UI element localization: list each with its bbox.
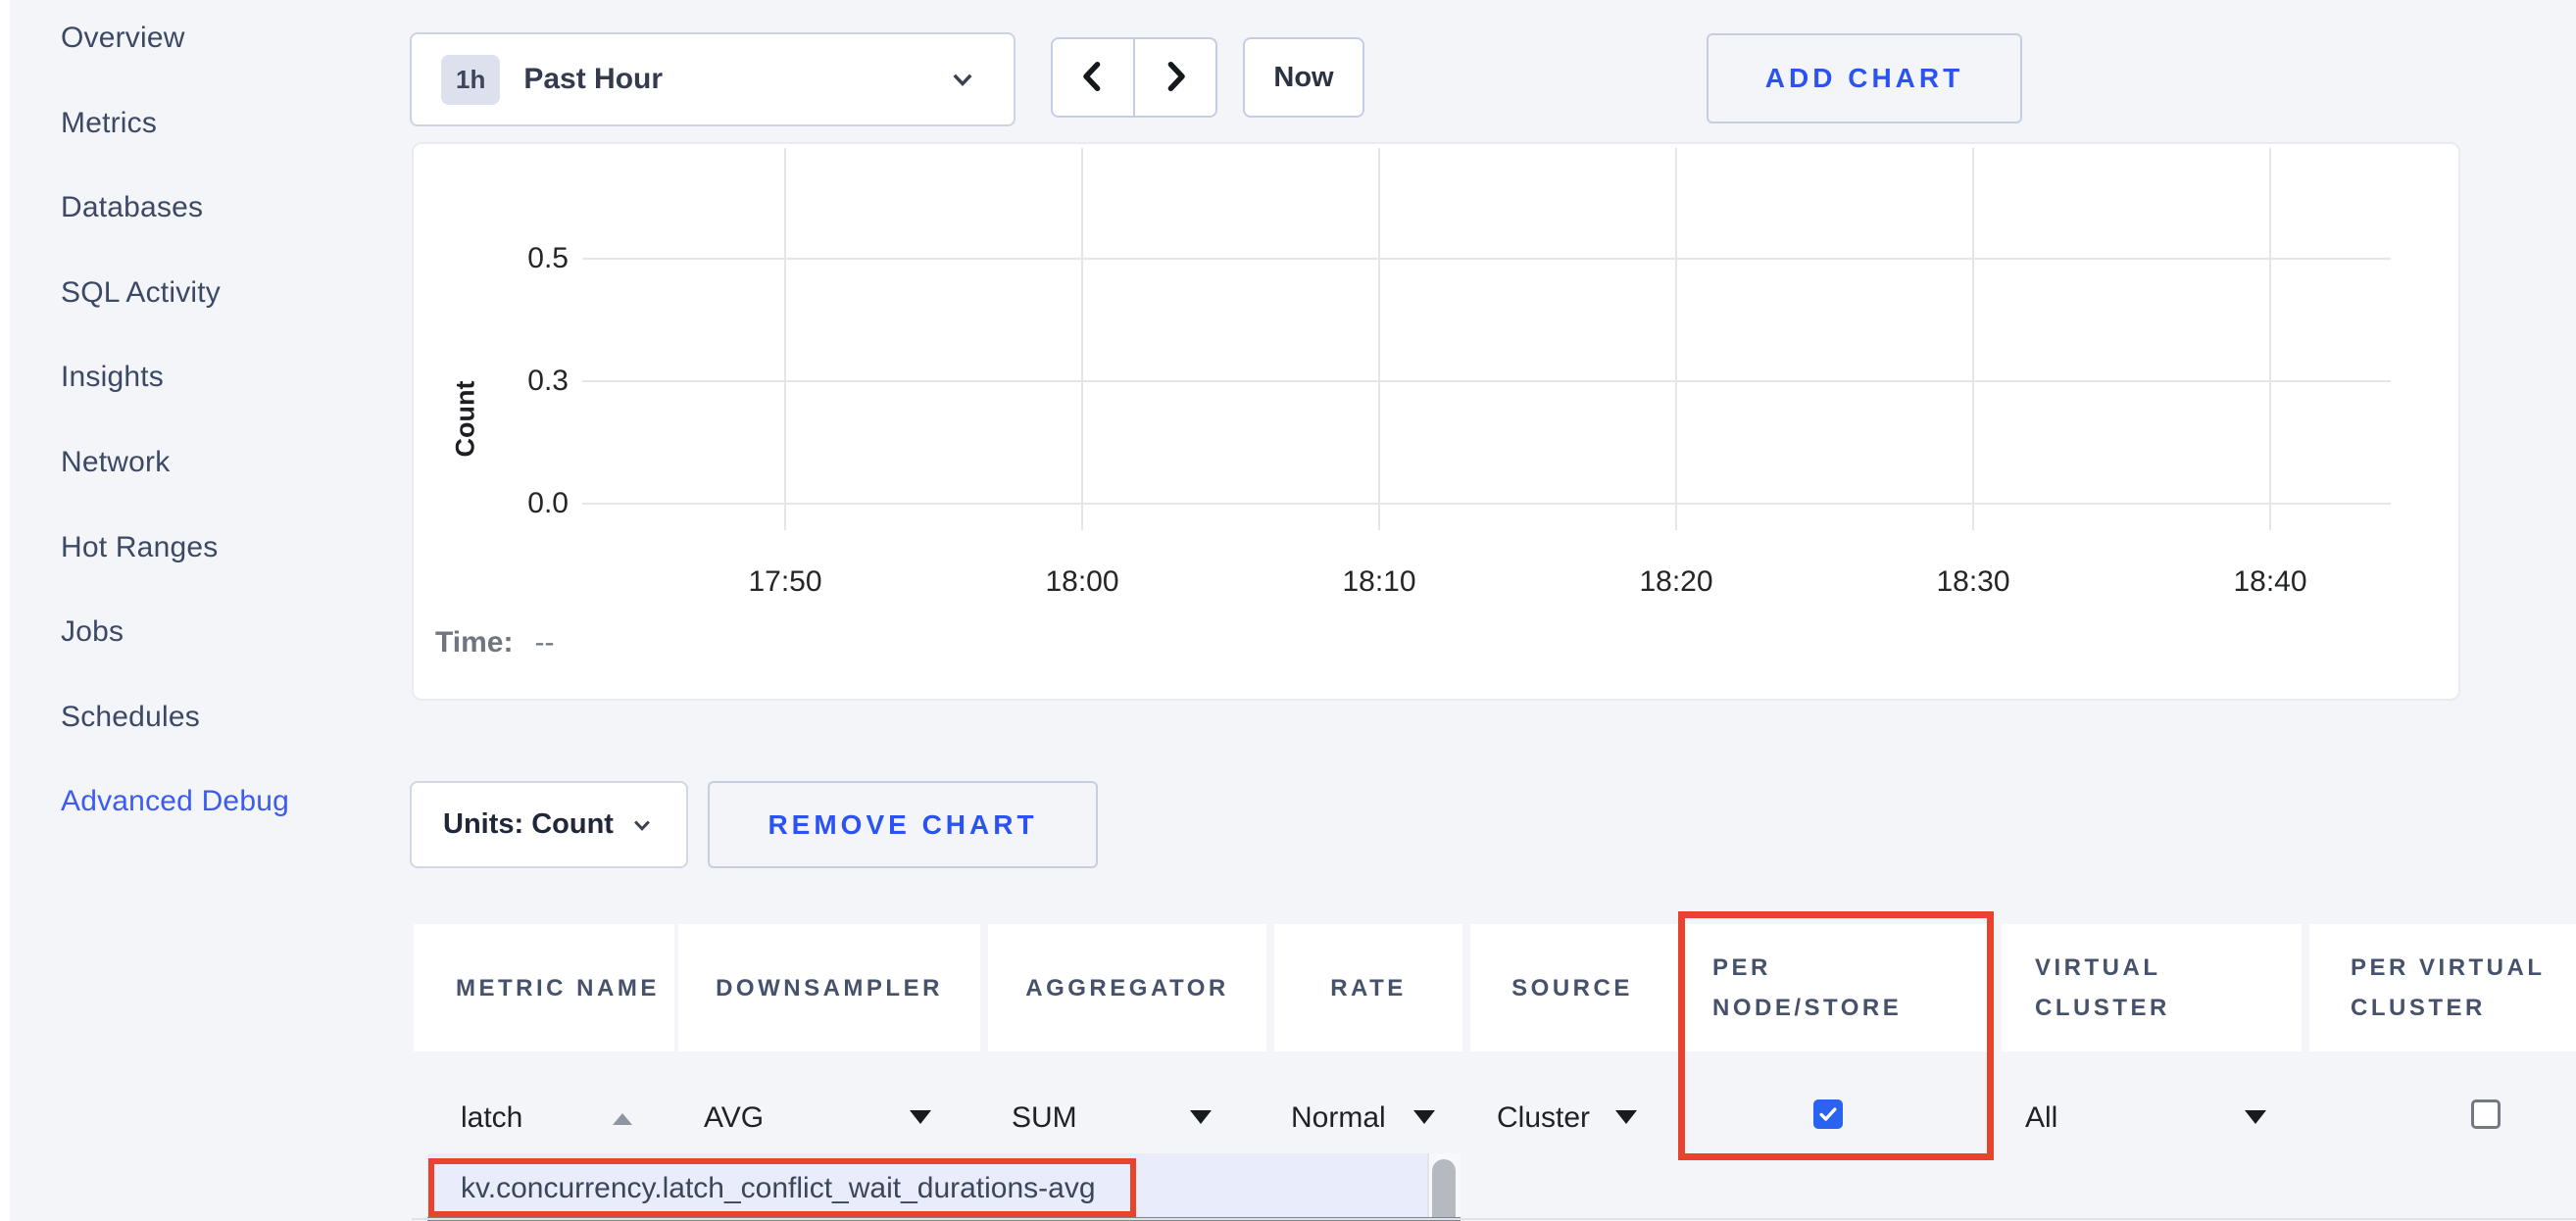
caret-down-icon[interactable] bbox=[1190, 1110, 1212, 1124]
time-range-picker[interactable]: 1h Past Hour bbox=[410, 32, 1016, 126]
sidebar-item-schedules[interactable]: Schedules bbox=[61, 701, 374, 786]
per-node-store-checkbox[interactable] bbox=[1813, 1099, 1843, 1129]
add-chart-button[interactable]: ADD CHART bbox=[1707, 33, 2022, 123]
per-virtual-cluster-checkbox[interactable] bbox=[2471, 1099, 2501, 1129]
left-edge-strip bbox=[0, 0, 10, 1221]
gridline-vertical bbox=[784, 148, 786, 530]
time-readout-value: -- bbox=[534, 626, 554, 659]
rate-select[interactable]: Normal bbox=[1291, 1101, 1386, 1135]
sidebar-item-databases[interactable]: Databases bbox=[61, 191, 374, 276]
source-select[interactable]: Cluster bbox=[1497, 1101, 1590, 1135]
sidebar-item-sql-activity[interactable]: SQL Activity bbox=[61, 276, 374, 362]
units-select[interactable]: Units: Count bbox=[410, 781, 688, 868]
y-tick-label: 0.0 bbox=[490, 487, 569, 520]
caret-down-icon[interactable] bbox=[1413, 1110, 1435, 1124]
advanced-debug-custom-chart-page: { "sidebar": { "items": [ { "label": "Ov… bbox=[0, 0, 2576, 1221]
x-tick-label: 18:30 bbox=[1905, 565, 2042, 599]
time-range-badge: 1h bbox=[441, 55, 500, 105]
sidebar-item-insights[interactable]: Insights bbox=[61, 361, 374, 446]
column-header-metric-name: METRIC NAME bbox=[414, 924, 674, 1051]
column-header-rate: RATE bbox=[1274, 924, 1462, 1051]
x-tick-label: 17:50 bbox=[717, 565, 854, 599]
caret-up-icon[interactable] bbox=[613, 1113, 632, 1125]
time-pager bbox=[1051, 37, 1217, 118]
x-tick-label: 18:40 bbox=[2202, 565, 2339, 599]
chevron-down-icon bbox=[945, 62, 980, 97]
remove-chart-button[interactable]: REMOVE CHART bbox=[708, 781, 1098, 868]
units-select-label: Units: Count bbox=[443, 808, 614, 841]
column-header-virtual-cluster: VIRTUAL CLUSTER bbox=[2002, 924, 2302, 1051]
metric-suggestion-item[interactable]: kv.concurrency.latch_conflict_wait_durat… bbox=[461, 1172, 1096, 1205]
chart-card: Count 0.5 0.3 0.0 17:50 18:00 18:10 18:2… bbox=[412, 142, 2460, 701]
sidebar: Overview Metrics Databases SQL Activity … bbox=[61, 22, 374, 870]
chevron-left-icon bbox=[1072, 56, 1114, 100]
column-header-per-node-store: PER NODE/STORE bbox=[1666, 924, 1994, 1051]
column-header-source: SOURCE bbox=[1470, 924, 1674, 1051]
time-prev-button[interactable] bbox=[1051, 37, 1135, 118]
gridline-vertical bbox=[1081, 148, 1083, 530]
aggregator-select[interactable]: SUM bbox=[1012, 1101, 1077, 1135]
y-tick-label: 0.3 bbox=[490, 365, 569, 398]
hover-time-readout: Time: -- bbox=[435, 626, 554, 659]
gridline-vertical bbox=[2269, 148, 2271, 530]
gridline-vertical bbox=[1378, 148, 1380, 530]
gridline-vertical bbox=[1972, 148, 1974, 530]
y-tick-label: 0.5 bbox=[490, 242, 569, 275]
chevron-right-icon bbox=[1155, 56, 1196, 100]
scrollbar-thumb[interactable] bbox=[1432, 1159, 1456, 1221]
sidebar-item-metrics[interactable]: Metrics bbox=[61, 107, 374, 192]
caret-down-icon[interactable] bbox=[2245, 1110, 2266, 1124]
x-tick-label: 18:20 bbox=[1608, 565, 1745, 599]
time-range-label: Past Hour bbox=[523, 63, 663, 96]
gridline-horizontal bbox=[582, 258, 2391, 260]
time-next-button[interactable] bbox=[1133, 37, 1217, 118]
caret-down-icon[interactable] bbox=[910, 1110, 931, 1124]
column-header-per-virtual-cluster: PER VIRTUAL CLUSTER bbox=[2309, 924, 2576, 1051]
downsampler-select[interactable]: AVG bbox=[704, 1101, 764, 1135]
sidebar-item-advanced-debug[interactable]: Advanced Debug bbox=[61, 785, 374, 870]
now-button[interactable]: Now bbox=[1243, 37, 1364, 118]
sidebar-item-jobs[interactable]: Jobs bbox=[61, 615, 374, 701]
sidebar-item-network[interactable]: Network bbox=[61, 446, 374, 531]
row-divider bbox=[412, 1218, 2576, 1220]
gridline-vertical bbox=[1675, 148, 1677, 530]
sidebar-item-hot-ranges[interactable]: Hot Ranges bbox=[61, 531, 374, 616]
metric-name-input[interactable]: latch bbox=[461, 1101, 522, 1135]
x-tick-label: 18:00 bbox=[1014, 565, 1151, 599]
sidebar-item-overview[interactable]: Overview bbox=[61, 22, 374, 107]
virtual-cluster-select[interactable]: All bbox=[2025, 1101, 2057, 1135]
time-readout-label: Time: bbox=[435, 626, 513, 659]
caret-down-icon[interactable] bbox=[1615, 1110, 1637, 1124]
gridline-horizontal bbox=[582, 380, 2391, 382]
x-tick-label: 18:10 bbox=[1311, 565, 1448, 599]
column-header-downsampler: DOWNSAMPLER bbox=[678, 924, 980, 1051]
chevron-down-icon bbox=[627, 810, 657, 840]
column-header-aggregator: AGGREGATOR bbox=[988, 924, 1266, 1051]
gridline-horizontal bbox=[582, 503, 2391, 505]
